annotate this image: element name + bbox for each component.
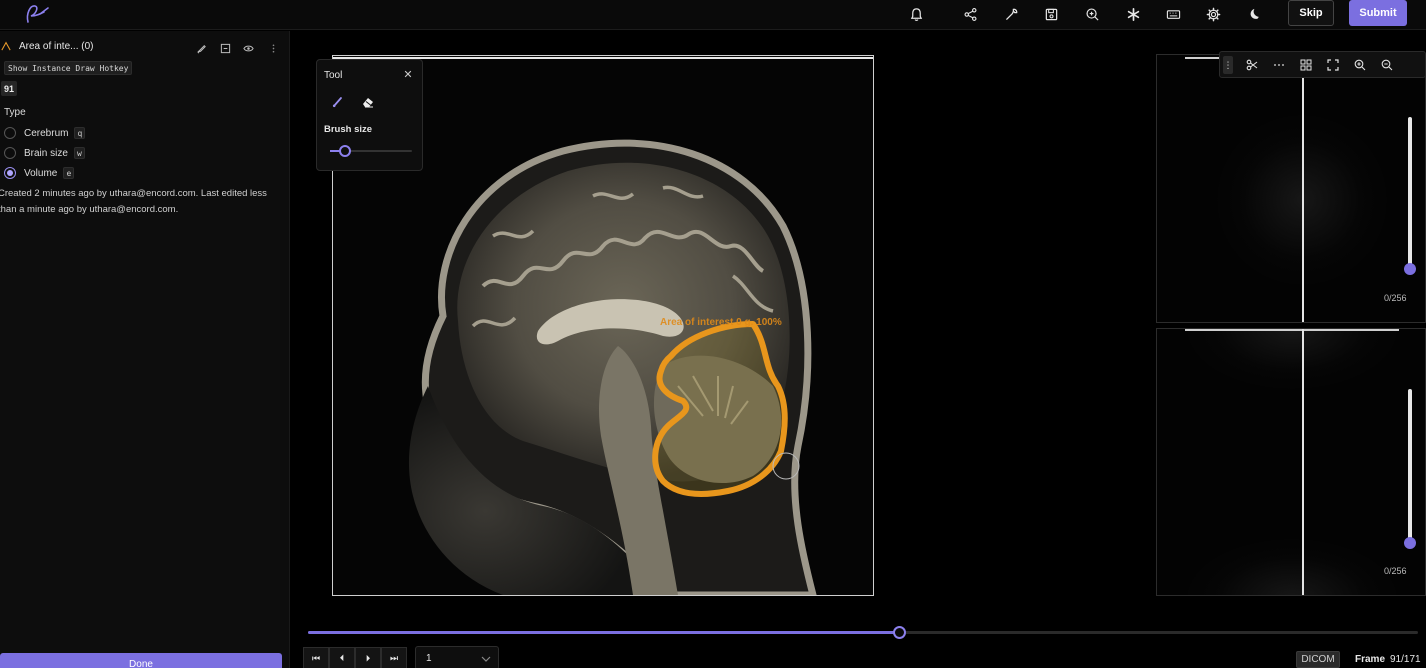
brush-size-label: Brush size [324,124,373,135]
frame-timeline-slider[interactable] [308,626,1418,639]
speed-value: 1 [426,653,432,664]
image-glow [1187,539,1397,595]
radio-button-selected[interactable] [4,167,16,179]
slice-count-top: 0/256 [1384,293,1407,303]
slice-slider-thumb[interactable] [1404,263,1416,275]
option-hotkey: q [74,127,86,139]
chevron-down-icon [481,656,491,662]
brush-edit-icon[interactable] [194,41,208,55]
slice-count-bottom: 0/256 [1384,566,1407,576]
slice-slider-top[interactable] [1404,117,1416,275]
encord-logo-icon [26,5,49,23]
option-hotkey: w [73,147,85,159]
object-title: Area of inte... (0) [19,41,94,52]
tool-panel-title: Tool [324,70,343,81]
brush-size-thumb[interactable] [338,145,351,157]
option-label: Cerebrum [24,127,69,139]
brush-size-slider[interactable] [330,145,412,157]
roi-label: Area of interest 0 g. 100% [660,317,782,328]
more-vertical-icon[interactable] [266,41,280,55]
done-button[interactable]: Done [0,653,282,668]
polygon-tool-icon [1,41,13,53]
meta-created: Created 2 minutes ago by uthara@encord.c… [0,188,267,199]
zoom-in-icon[interactable] [1081,4,1103,24]
side-view-bottom[interactable]: 0/256 [1156,328,1426,596]
option-label: Volume [24,167,58,179]
eye-icon[interactable] [241,41,255,55]
submit-button[interactable]: Submit [1349,0,1407,26]
share-icon[interactable] [959,4,981,24]
top-bar: Skip Submit [0,0,1426,30]
crosshair-vertical [1302,55,1304,322]
first-frame-button[interactable]: ⏮ [303,647,329,668]
wrench-icon[interactable] [1000,4,1022,24]
type-label: Type [4,107,26,118]
keyboard-icon[interactable] [1162,4,1184,24]
bell-icon[interactable] [905,4,927,24]
layout-grid-icon[interactable] [1298,57,1314,73]
radio-button[interactable] [4,127,16,139]
type-option-cerebrum[interactable]: Cerebrum q [4,125,86,141]
object-metadata: Created 2 minutes ago by uthara@encord.c… [0,186,284,218]
gear-icon[interactable] [1202,4,1224,24]
zoom-in-icon[interactable] [1352,57,1368,73]
drag-handle-icon[interactable]: ⋮ [1223,56,1233,74]
type-option-brain-size[interactable]: Brain size w [4,145,85,161]
option-hotkey: e [63,167,75,179]
fullscreen-icon[interactable] [1325,57,1341,73]
meta-edited: than a minute ago by uthara@encord.com. [0,204,179,215]
object-header[interactable]: Area of inte... (0) [0,39,290,57]
tool-panel: Tool ✕ Brush size [316,59,423,171]
more-horizontal-icon[interactable] [1271,57,1287,73]
timeline-progress-fill [308,631,899,634]
side-view-top[interactable]: 0/256 [1156,54,1426,323]
asterisk-icon[interactable] [1122,4,1144,24]
view-toolbar: ⋮ [1219,51,1426,78]
moon-icon[interactable] [1243,4,1265,24]
type-option-volume[interactable]: Volume e [4,165,75,181]
crosshair-horizontal [1185,329,1399,331]
timeline-thumb[interactable] [892,626,906,639]
crosshair-vertical [1302,329,1304,595]
radio-button[interactable] [4,147,16,159]
playback-speed-select[interactable]: 1 [415,646,499,668]
last-frame-button[interactable]: ⏭ [381,647,407,668]
instance-number-badge: 91 [1,81,18,96]
image-glow [1187,329,1397,389]
previous-frame-button[interactable]: ⏴ [329,647,355,668]
frame-label: Frame [1355,654,1386,665]
next-frame-button[interactable]: ⏵ [355,647,381,668]
close-icon[interactable]: ✕ [402,68,414,81]
option-label: Brain size [24,147,68,159]
scissors-icon[interactable] [1244,57,1260,73]
skip-button[interactable]: Skip [1288,0,1334,26]
object-sidebar: Area of inte... (0) Show Instance Draw H… [0,31,290,668]
show-instance-hotkey-chip[interactable]: Show Instance Draw Hotkey [4,61,133,75]
brush-icon[interactable] [331,95,345,109]
collapse-icon[interactable] [218,41,232,55]
eraser-icon[interactable] [361,95,375,109]
dicom-badge: DICOM [1296,651,1340,668]
slice-slider-thumb[interactable] [1404,537,1416,549]
slice-slider-bottom[interactable] [1404,389,1416,549]
zoom-out-icon[interactable] [1379,57,1395,73]
frame-value: 91/171 [1390,654,1421,665]
save-icon[interactable] [1040,4,1062,24]
